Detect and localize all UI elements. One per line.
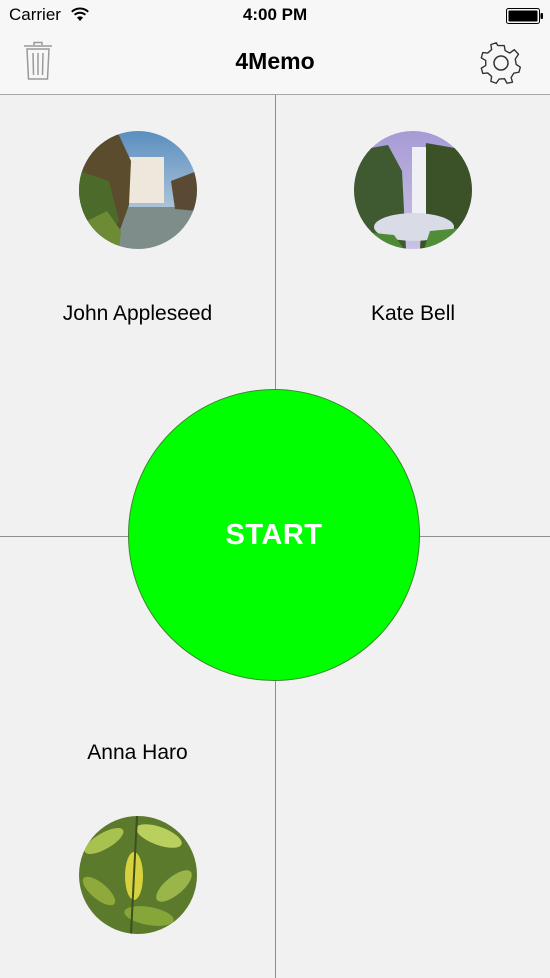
start-button[interactable]: START [128, 389, 420, 681]
waterfall-cliff-photo [79, 131, 197, 249]
battery-full-icon [506, 8, 543, 24]
clock-time: 4:00 PM [242, 5, 308, 24]
misty-waterfall-photo [354, 131, 472, 249]
status-bar: Carrier 4:00 PM [0, 0, 550, 32]
contact-name: Kate Bell [370, 302, 456, 325]
green-leaves-photo [79, 816, 197, 934]
navigation-bar: 4Memo [0, 32, 550, 95]
gear-icon[interactable] [479, 41, 523, 85]
contact-name: John Appleseed [62, 302, 213, 325]
contact-name: Anna Haro [87, 741, 188, 764]
start-button-label: START [225, 518, 323, 551]
page-title: 4Memo [235, 48, 315, 74]
